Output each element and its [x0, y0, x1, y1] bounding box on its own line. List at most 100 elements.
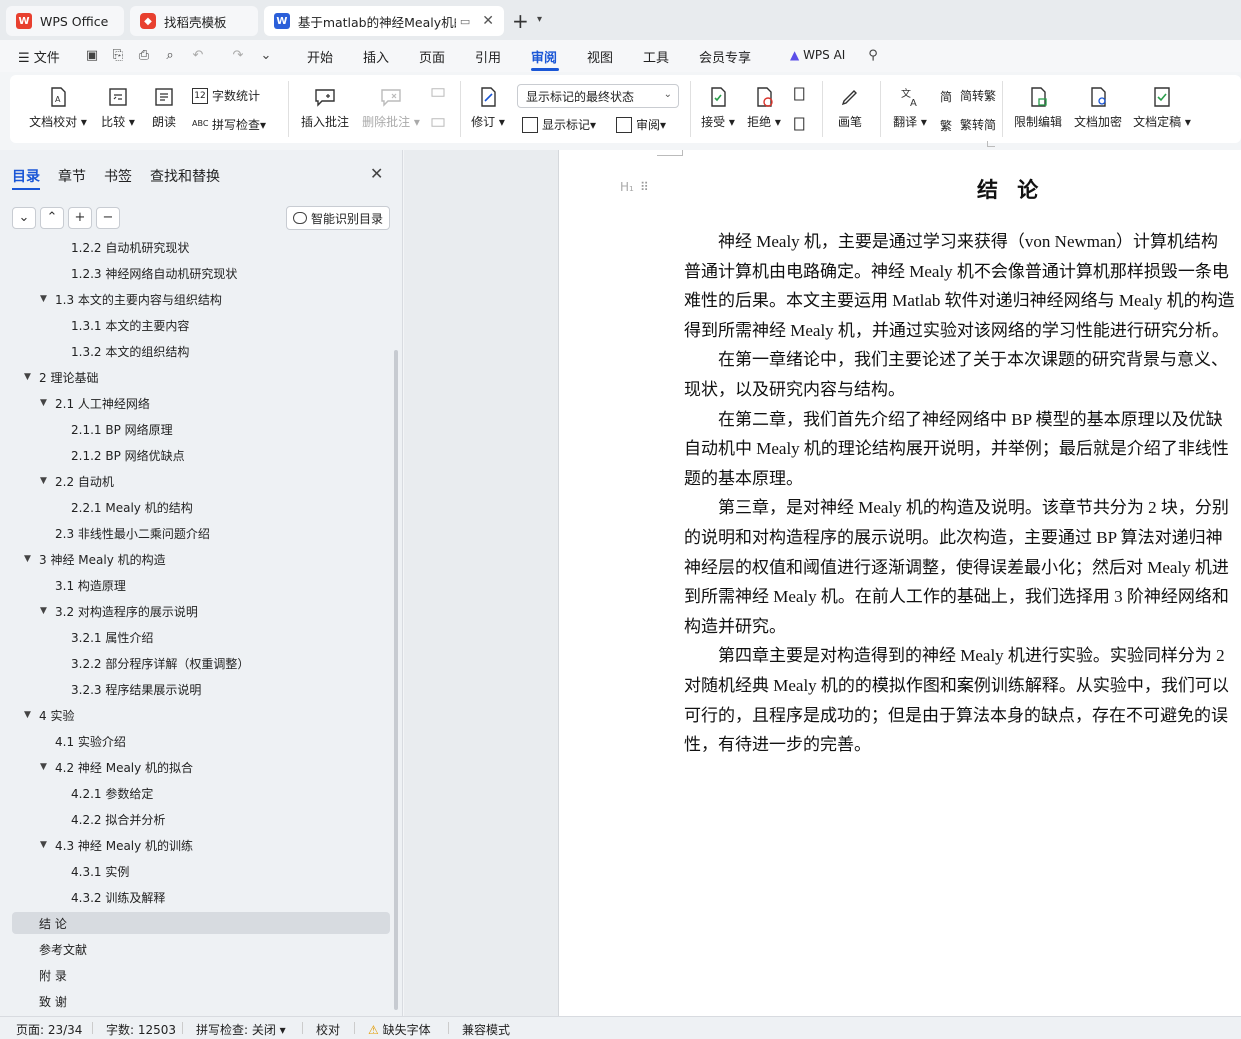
print-icon[interactable]: ⎙: [136, 48, 152, 64]
menu-tools[interactable]: 工具: [643, 47, 669, 66]
close-icon[interactable]: ✕: [370, 164, 383, 183]
toc-item[interactable]: 2.3 非线性最小二乘问题介绍: [0, 522, 390, 544]
read-aloud-button[interactable]: 朗读: [146, 85, 182, 130]
menu-references[interactable]: 引用: [475, 47, 501, 66]
toc-item[interactable]: ▼ 4.2 神经 Mealy 机的拟合: [0, 756, 390, 778]
spell-check-status[interactable]: 拼写检查: 关闭 ▾: [196, 1021, 286, 1038]
toc-item[interactable]: 结 论: [12, 912, 390, 934]
share-icon[interactable]: ⎘: [110, 48, 126, 64]
toc-item[interactable]: 3.2.3 程序结果展示说明: [0, 678, 390, 700]
word-count-status[interactable]: 字数: 12503: [106, 1021, 176, 1038]
toc-item[interactable]: 3.2.2 部分程序详解（权重调整）: [0, 652, 390, 674]
collapse-arrow-icon[interactable]: ▼: [40, 840, 47, 850]
collapse-arrow-icon[interactable]: ▼: [40, 762, 47, 772]
search-icon[interactable]: ⚲: [865, 48, 881, 64]
toc-item[interactable]: 2.2.1 Mealy 机的结构: [0, 496, 390, 518]
file-menu[interactable]: ☰ 文件: [18, 47, 60, 66]
translate-button[interactable]: 文A 翻译 ▾: [890, 85, 930, 130]
scrollbar[interactable]: [394, 350, 398, 1010]
menu-review[interactable]: 审阅: [531, 47, 557, 66]
toc-item[interactable]: 4.1 实验介绍: [0, 730, 390, 752]
toc-item[interactable]: ▼ 3.2 对构造程序的展示说明: [0, 600, 390, 622]
menu-view[interactable]: 视图: [587, 47, 613, 66]
encrypt-button[interactable]: 文档加密: [1070, 85, 1126, 130]
nav-tab-find-replace[interactable]: 查找和替换: [150, 166, 220, 186]
nav-tab-sections[interactable]: 章节: [58, 166, 86, 186]
page-indicator[interactable]: 页面: 23/34: [16, 1021, 82, 1038]
tab-docer-templates[interactable]: ◆ 找稻壳模板: [130, 6, 258, 36]
collapse-arrow-icon[interactable]: ▼: [24, 710, 31, 720]
reject-button[interactable]: 拒绝 ▾: [744, 85, 784, 130]
toc-item[interactable]: ▼ 2 理论基础: [0, 366, 390, 388]
collapse-arrow-icon[interactable]: ▼: [40, 294, 47, 304]
redo-icon[interactable]: ↷: [230, 48, 246, 64]
heading-level-icon[interactable]: H₁: [620, 180, 634, 194]
next-comment-button[interactable]: [428, 115, 448, 137]
prev-change-button[interactable]: [790, 85, 810, 107]
collapse-arrow-icon[interactable]: ▼: [40, 398, 47, 408]
toc-item[interactable]: ▼ 2.1 人工神经网络: [0, 392, 390, 414]
toc-item[interactable]: 1.2.2 自动机研究现状: [0, 238, 390, 258]
drag-handle-icon[interactable]: ⠿: [640, 180, 649, 194]
toc-item[interactable]: 4.3.1 实例: [0, 860, 390, 882]
toc-item[interactable]: 4.2.1 参数给定: [0, 782, 390, 804]
menu-membership[interactable]: 会员专享: [699, 47, 751, 66]
delete-comment-button[interactable]: 删除批注 ▾: [360, 85, 422, 130]
toc-item[interactable]: 1.3.2 本文的组织结构: [0, 340, 390, 362]
proofread-button[interactable]: A 文档校对 ▾: [28, 85, 88, 130]
nav-tab-toc[interactable]: 目录: [12, 166, 40, 186]
collapse-arrow-icon[interactable]: ▼: [40, 476, 47, 486]
toc-item[interactable]: 2.1.1 BP 网络原理: [0, 418, 390, 440]
word-count-button[interactable]: 12 字数统计: [192, 87, 260, 104]
spell-check-button[interactable]: ABC 拼写检查 ▾: [192, 116, 266, 133]
missing-font-status[interactable]: ⚠ 缺失字体: [368, 1021, 431, 1038]
proof-status[interactable]: 校对: [316, 1021, 340, 1038]
print-preview-icon[interactable]: ⌕: [162, 48, 178, 64]
restrict-edit-button[interactable]: 限制编辑: [1010, 85, 1066, 130]
add-heading-button[interactable]: +: [68, 207, 92, 229]
collapse-arrow-icon[interactable]: ▼: [24, 372, 31, 382]
collapse-button[interactable]: ⌃: [40, 207, 64, 229]
menu-page[interactable]: 页面: [419, 47, 445, 66]
markup-state-select[interactable]: 显示标记的最终状态 ⌄: [517, 84, 679, 108]
track-changes-button[interactable]: 修订 ▾: [468, 85, 508, 130]
to-traditional-button[interactable]: 简 简转繁: [940, 87, 996, 104]
toc-item[interactable]: 3.1 构造原理: [0, 574, 390, 596]
toc-item[interactable]: 3.2.1 属性介绍: [0, 626, 390, 648]
toc-item[interactable]: 4.2.2 拟合并分析: [0, 808, 390, 830]
insert-comment-button[interactable]: 插入批注: [298, 85, 352, 130]
expand-all-button[interactable]: ⌄: [12, 207, 36, 229]
undo-icon[interactable]: ↶: [190, 48, 206, 64]
smart-toc-button[interactable]: 智能识别目录: [286, 206, 390, 230]
chevron-down-icon[interactable]: ▾: [537, 14, 542, 25]
close-icon[interactable]: ✕: [482, 13, 494, 29]
new-tab-icon[interactable]: +: [512, 9, 529, 33]
toc-item[interactable]: ▼ 1.3 本文的主要内容与组织结构: [0, 288, 390, 310]
save-icon[interactable]: ▣: [84, 48, 100, 64]
tab-current-document[interactable]: W 基于matlab的神经Mealy机的 ▭ ✕: [264, 6, 504, 36]
toc-item[interactable]: ▼ 4 实验: [0, 704, 390, 726]
toc-item[interactable]: 1.3.1 本文的主要内容: [0, 314, 390, 336]
toc-item[interactable]: 致 谢: [0, 990, 390, 1012]
toc-item[interactable]: 参考文献: [0, 938, 390, 960]
nav-tab-bookmarks[interactable]: 书签: [104, 166, 132, 186]
collapse-arrow-icon[interactable]: ▼: [24, 554, 31, 564]
review-pane-button[interactable]: 审阅 ▾: [616, 116, 666, 133]
compare-button[interactable]: 比较 ▾: [96, 85, 140, 130]
pen-button[interactable]: 画笔: [832, 85, 868, 130]
toc-item[interactable]: ▼ 2.2 自动机: [0, 470, 390, 492]
remove-heading-button[interactable]: −: [96, 207, 120, 229]
to-simplified-button[interactable]: 繁 繁转简: [940, 116, 996, 133]
toc-item[interactable]: 4.3.2 训练及解释: [0, 886, 390, 908]
toc-item[interactable]: ▼ 4.3 神经 Mealy 机的训练: [0, 834, 390, 856]
wps-ai-button[interactable]: ▲ WPS AI: [790, 48, 845, 62]
finalize-button[interactable]: 文档定稿 ▾: [1130, 85, 1194, 130]
menu-home[interactable]: 开始: [307, 47, 333, 66]
accept-button[interactable]: 接受 ▾: [698, 85, 738, 130]
toc-item[interactable]: 1.2.3 神经网络自动机研究现状: [0, 262, 390, 284]
toc-item[interactable]: 2.1.2 BP 网络优缺点: [0, 444, 390, 466]
toc-item[interactable]: 附 录: [0, 964, 390, 986]
next-change-button[interactable]: [790, 115, 810, 137]
show-markup-button[interactable]: 显示标记 ▾: [522, 116, 596, 133]
toc-item[interactable]: ▼ 3 神经 Mealy 机的构造: [0, 548, 390, 570]
